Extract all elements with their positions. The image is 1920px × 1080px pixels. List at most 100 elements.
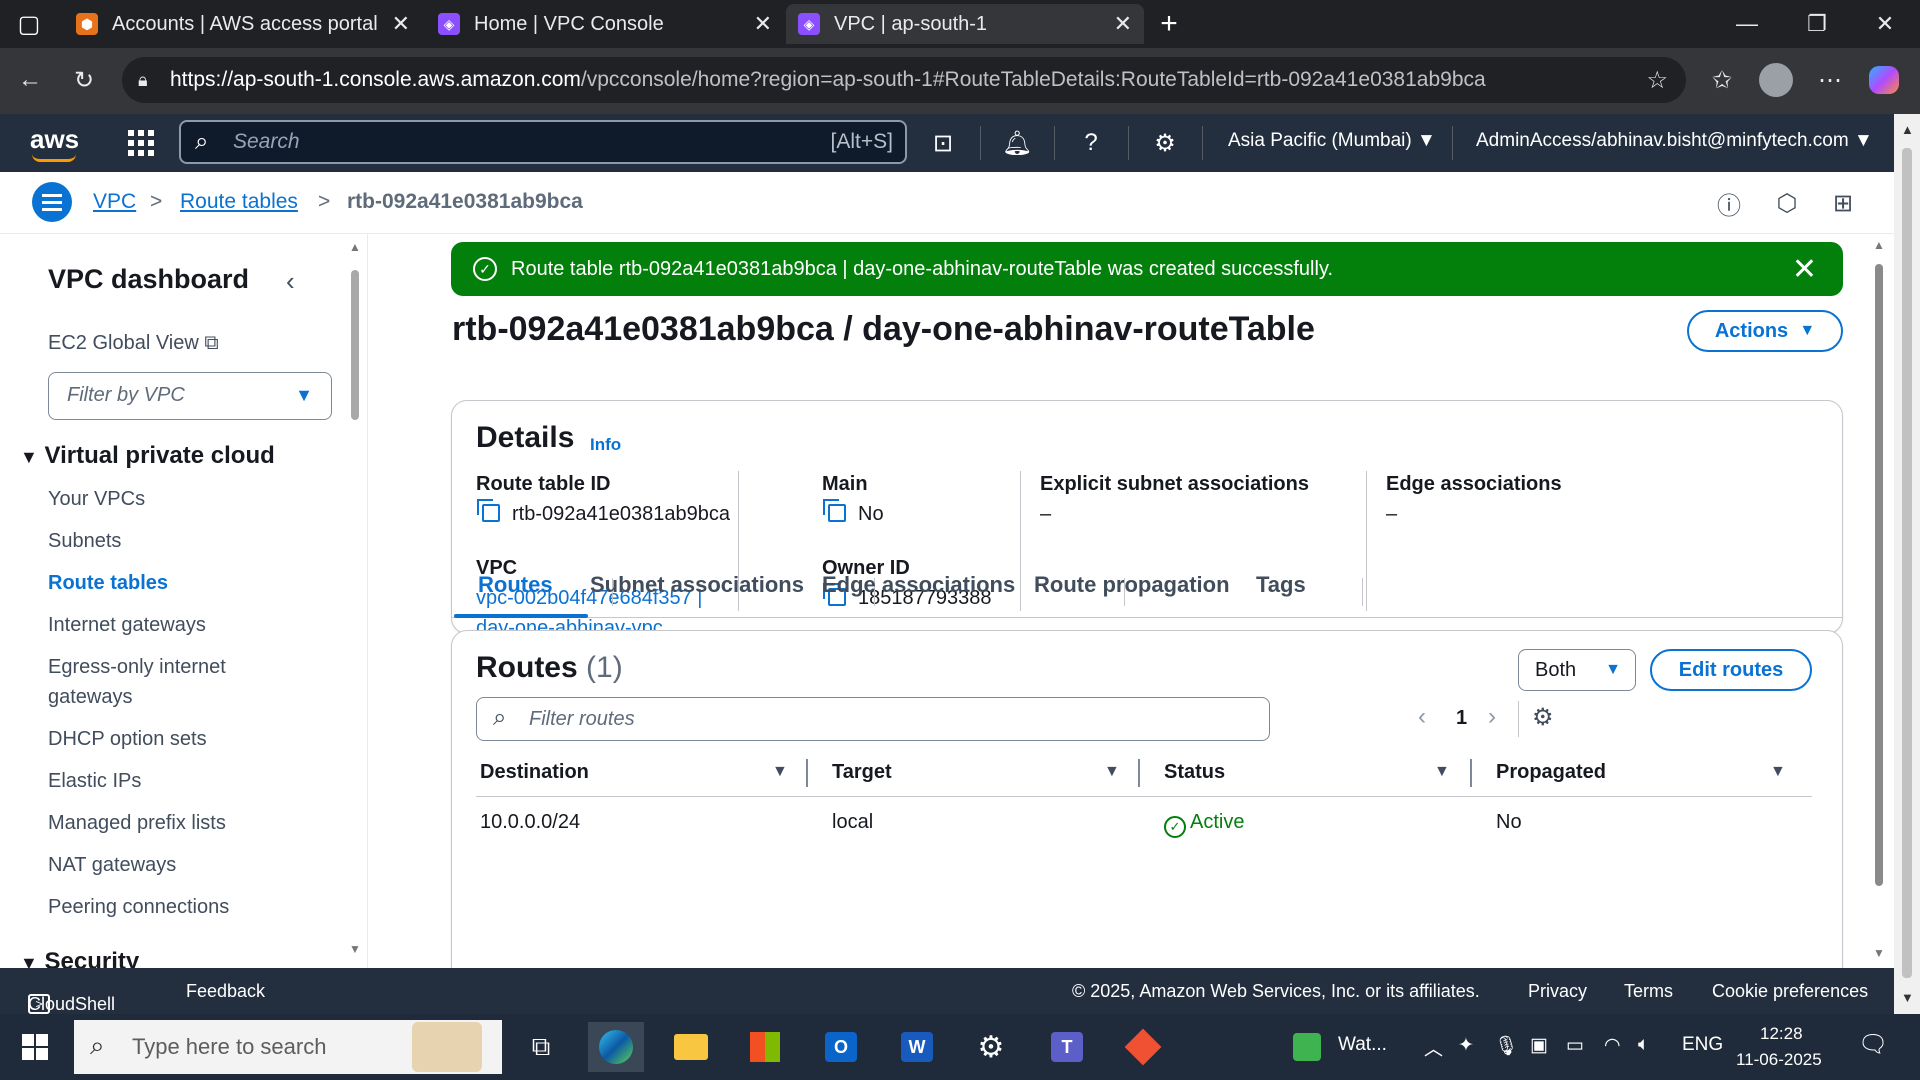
sort-caret-icon[interactable]: ▼ bbox=[1434, 763, 1450, 781]
info-panel-icon[interactable]: ⓘ bbox=[1712, 186, 1746, 220]
sidebar-section-vpc[interactable]: ▼ Virtual private cloud bbox=[20, 442, 275, 470]
language-indicator[interactable]: ENG bbox=[1682, 1034, 1723, 1056]
more-options-icon[interactable]: ⋯ bbox=[1812, 62, 1848, 98]
close-window-icon[interactable]: ✕ bbox=[1850, 0, 1920, 48]
weather-icon[interactable] bbox=[1282, 1022, 1332, 1072]
column-status[interactable]: Status bbox=[1164, 761, 1225, 784]
services-grid-icon[interactable] bbox=[124, 126, 158, 160]
breadcrumb-vpc[interactable]: VPC bbox=[93, 190, 136, 214]
collapse-sidebar-icon[interactable]: ‹ bbox=[286, 266, 295, 297]
browser-tab-vpc-console-home[interactable]: ◈ Home | VPC Console ✕ bbox=[426, 4, 784, 44]
sidebar-item-route-tables[interactable]: Route tables bbox=[48, 572, 168, 595]
notifications-bell-icon[interactable]: 🔔︎ bbox=[1000, 126, 1034, 160]
microphone-icon[interactable]: 🎙︎ bbox=[1494, 1034, 1518, 1058]
sidebar-item-ec2-global-view[interactable]: EC2 Global View ⧉ bbox=[48, 332, 219, 355]
copilot-icon[interactable] bbox=[1866, 62, 1902, 98]
vpc-filter-select[interactable]: Filter by VPC ▼ bbox=[48, 372, 332, 420]
reload-icon[interactable]: ↻ bbox=[66, 62, 102, 98]
sidebar-item-subnets[interactable]: Subnets bbox=[48, 530, 121, 553]
weather-text[interactable]: Wat... bbox=[1338, 1034, 1387, 1056]
close-tab-icon[interactable]: ✕ bbox=[1114, 11, 1132, 37]
sidebar-item-elastic-ips[interactable]: Elastic IPs bbox=[48, 770, 141, 793]
sort-caret-icon[interactable]: ▼ bbox=[1770, 763, 1786, 781]
sidebar-section-security[interactable]: ▼ Security bbox=[20, 948, 139, 968]
terms-link[interactable]: Terms bbox=[1624, 981, 1673, 1002]
sort-caret-icon[interactable]: ▼ bbox=[1104, 763, 1120, 781]
cookie-preferences-link[interactable]: Cookie preferences bbox=[1712, 981, 1868, 1002]
sidebar-item-your-vpcs[interactable]: Your VPCs bbox=[48, 488, 145, 511]
favorite-star-icon[interactable]: ☆ bbox=[1646, 66, 1668, 95]
sidebar-item-egress-only-internet-gateways-line2[interactable]: gateways bbox=[48, 686, 133, 709]
close-tab-icon[interactable]: ✕ bbox=[392, 11, 410, 37]
scroll-down-arrow-icon[interactable]: ▼ bbox=[1873, 946, 1885, 960]
help-icon[interactable]: ? bbox=[1074, 126, 1108, 160]
scroll-up-arrow-icon[interactable]: ▲ bbox=[1873, 238, 1885, 252]
column-destination[interactable]: Destination bbox=[480, 761, 589, 784]
close-tab-icon[interactable]: ✕ bbox=[754, 11, 772, 37]
sidebar-scroll-thumb[interactable] bbox=[351, 270, 359, 420]
main-scrollbar[interactable]: ▲ ▼ bbox=[1872, 238, 1886, 962]
windows-start-icon[interactable] bbox=[10, 1022, 60, 1072]
volume-icon[interactable]: 🔈︎ bbox=[1638, 1034, 1649, 1056]
sort-caret-icon[interactable]: ▼ bbox=[772, 763, 788, 781]
sidebar-item-dhcp-option-sets[interactable]: DHCP option sets bbox=[48, 728, 207, 751]
security-panel-icon[interactable]: ⬡ bbox=[1770, 186, 1804, 220]
tab-tags[interactable]: Tags bbox=[1256, 572, 1306, 598]
sidebar-title[interactable]: VPC dashboard bbox=[48, 264, 249, 295]
dismiss-flash-icon[interactable]: ✕ bbox=[1792, 252, 1817, 287]
task-view-icon[interactable]: ⧉ bbox=[516, 1022, 566, 1072]
edge-browser-icon[interactable] bbox=[588, 1022, 644, 1072]
browser-tab-vpc-ap-south-1[interactable]: ◈ VPC | ap-south-1 ✕ bbox=[786, 4, 1144, 44]
scroll-up-arrow-icon[interactable]: ▲ bbox=[349, 240, 361, 254]
microsoft-store-icon[interactable] bbox=[740, 1022, 790, 1072]
account-menu[interactable]: AdminAccess/abhinav.bisht@minfytech.com … bbox=[1476, 130, 1873, 152]
aws-logo[interactable]: aws bbox=[30, 124, 79, 162]
tab-route-propagation[interactable]: Route propagation bbox=[1034, 572, 1230, 598]
settings-gear-icon[interactable]: ⚙ bbox=[1148, 126, 1182, 160]
column-propagated[interactable]: Propagated bbox=[1496, 761, 1606, 784]
sidebar-scrollbar[interactable]: ▲ ▼ bbox=[348, 240, 362, 958]
sidebar-item-egress-only-internet-gateways[interactable]: Egress-only internet bbox=[48, 656, 226, 679]
clock-time[interactable]: 12:28 bbox=[1760, 1024, 1803, 1044]
copy-icon[interactable] bbox=[823, 499, 846, 522]
tab-subnet-associations[interactable]: Subnet associations bbox=[590, 572, 804, 598]
tray-display-icon[interactable]: ▣ bbox=[1530, 1034, 1548, 1057]
search-input[interactable]: ⌕ Search [Alt+S] bbox=[179, 120, 907, 164]
privacy-link[interactable]: Privacy bbox=[1528, 981, 1587, 1002]
page-scroll-thumb[interactable] bbox=[1902, 148, 1912, 978]
column-target[interactable]: Target bbox=[832, 761, 892, 784]
region-selector[interactable]: Asia Pacific (Mumbai) ▼ bbox=[1228, 130, 1436, 152]
wifi-icon[interactable]: ◠ bbox=[1604, 1034, 1621, 1057]
previous-page-icon[interactable]: ‹ bbox=[1418, 703, 1426, 731]
battery-icon[interactable]: ▭ bbox=[1566, 1034, 1584, 1057]
tray-app-icon[interactable]: ✦ bbox=[1458, 1034, 1474, 1057]
tab-actions-icon[interactable]: ▢ bbox=[12, 7, 46, 41]
edit-routes-button[interactable]: Edit routes bbox=[1650, 649, 1812, 691]
cloudshell-icon[interactable]: ⊡ bbox=[926, 126, 960, 160]
favorites-icon[interactable]: ✩ bbox=[1704, 62, 1740, 98]
show-hidden-icons-icon[interactable]: ︿ bbox=[1424, 1034, 1443, 1061]
file-explorer-icon[interactable] bbox=[666, 1022, 716, 1072]
route-type-select[interactable]: Both ▼ bbox=[1518, 649, 1636, 691]
info-link[interactable]: Info bbox=[590, 435, 621, 455]
sidebar-item-internet-gateways[interactable]: Internet gateways bbox=[48, 614, 206, 637]
sidebar-item-managed-prefix-lists[interactable]: Managed prefix lists bbox=[48, 812, 226, 835]
restore-icon[interactable]: ❐ bbox=[1782, 0, 1852, 48]
scroll-down-arrow-icon[interactable]: ▼ bbox=[1901, 990, 1914, 1005]
page-number[interactable]: 1 bbox=[1456, 707, 1467, 730]
table-settings-gear-icon[interactable]: ⚙ bbox=[1532, 703, 1554, 732]
git-icon[interactable] bbox=[1118, 1022, 1168, 1072]
page-scrollbar[interactable]: ▲ ▼ bbox=[1894, 114, 1920, 1014]
address-bar[interactable]: 🔒︎ https://ap-south-1.console.aws.amazon… bbox=[122, 57, 1686, 103]
tutorial-panel-icon[interactable]: ⊞ bbox=[1826, 186, 1860, 220]
filter-routes-input[interactable]: ⌕ Filter routes bbox=[476, 697, 1270, 741]
scroll-down-arrow-icon[interactable]: ▼ bbox=[349, 942, 361, 956]
settings-icon[interactable]: ⚙ bbox=[966, 1022, 1016, 1072]
sidebar-item-peering-connections[interactable]: Peering connections bbox=[48, 896, 229, 919]
notifications-icon[interactable]: 🗨︎ bbox=[1858, 1030, 1888, 1059]
scroll-up-arrow-icon[interactable]: ▲ bbox=[1901, 122, 1914, 137]
tab-edge-associations[interactable]: Edge associations bbox=[822, 572, 1015, 598]
teams-icon[interactable]: T bbox=[1042, 1022, 1092, 1072]
outlook-icon[interactable]: O bbox=[816, 1022, 866, 1072]
taskbar-search-input[interactable]: ⌕ Type here to search bbox=[74, 1020, 502, 1074]
